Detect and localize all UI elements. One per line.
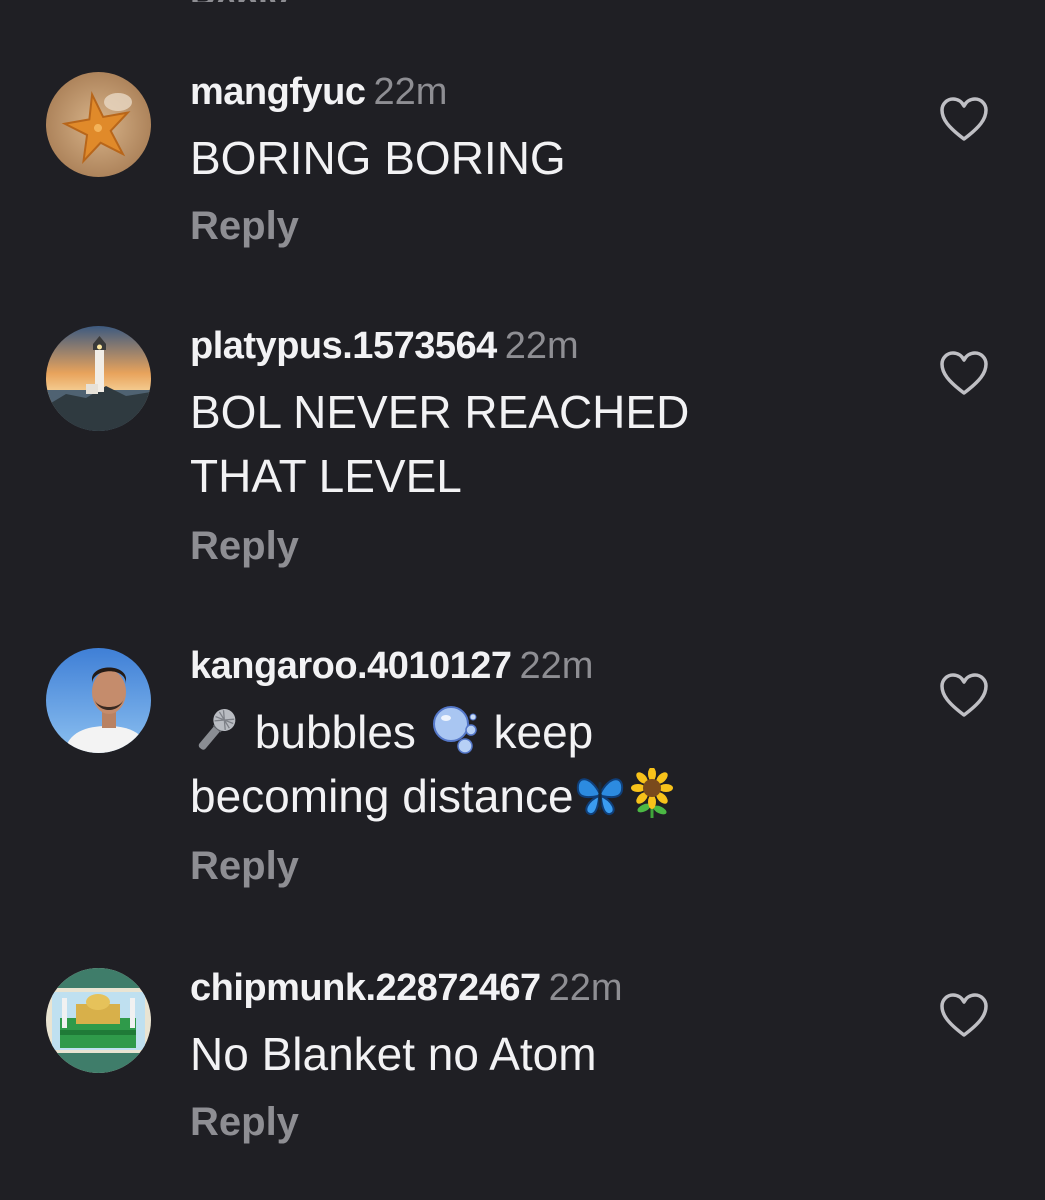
comments-screen: Reply mangfyuc22m	[0, 0, 1045, 1200]
like-button[interactable]	[938, 992, 990, 1040]
heart-outline-icon	[940, 351, 988, 395]
reply-button[interactable]: Reply	[190, 202, 299, 250]
comment-header: mangfyuc 22m	[190, 70, 890, 114]
username[interactable]: mangfyuc	[190, 71, 366, 113]
comment-text: BOL NEVER REACHED THAT LEVEL	[190, 380, 890, 508]
comment-header: chipmunk.22872467 22m	[190, 966, 890, 1010]
avatar[interactable]	[46, 648, 151, 753]
bubbles-emoji-icon	[429, 704, 481, 756]
reply-button[interactable]: Reply	[190, 1098, 299, 1146]
man-portrait-avatar-icon	[46, 648, 151, 753]
shrine-avatar-icon	[46, 968, 151, 1073]
comment-text-line: BOL NEVER REACHED	[190, 386, 690, 438]
username[interactable]: kangaroo.4010127	[190, 645, 512, 687]
username[interactable]: platypus.1573564	[190, 325, 497, 367]
timestamp: 22m	[548, 967, 623, 1009]
comment-text: No Blanket no Atom	[190, 1028, 597, 1080]
microphone-emoji-icon	[190, 704, 242, 756]
like-button[interactable]	[938, 672, 990, 720]
timestamp: 22m	[373, 71, 448, 113]
reply-button[interactable]: Reply	[190, 522, 299, 570]
avatar[interactable]	[46, 326, 151, 431]
comment-text: BORING BORING	[190, 132, 566, 184]
lighthouse-avatar-icon	[46, 326, 151, 431]
timestamp: 22m	[504, 325, 579, 367]
comment-header: kangaroo.4010127 22m	[190, 644, 890, 688]
comment-text-segment: becoming distance	[190, 770, 574, 822]
comment-text-line: becoming distance	[190, 764, 890, 828]
heart-outline-icon	[940, 97, 988, 141]
starfish-avatar-icon	[46, 72, 151, 177]
heart-outline-icon	[940, 673, 988, 717]
reply-button[interactable]: Reply	[190, 842, 299, 890]
avatar[interactable]	[46, 72, 151, 177]
timestamp: 22m	[519, 645, 594, 687]
butterfly-emoji-icon	[574, 768, 626, 820]
avatar[interactable]	[46, 968, 151, 1073]
comment-text-segment: bubbles	[254, 706, 416, 758]
cutoff-reply-above: Reply	[190, 0, 288, 2]
heart-outline-icon	[940, 993, 988, 1037]
comment-text: bubbles keep becoming distance	[190, 700, 890, 828]
sunflower-emoji-icon	[626, 768, 678, 820]
comment-text-line: bubbles keep	[190, 700, 890, 764]
like-button[interactable]	[938, 96, 990, 144]
username[interactable]: chipmunk.22872467	[190, 967, 541, 1009]
like-button[interactable]	[938, 350, 990, 398]
comment-text-segment: keep	[493, 706, 594, 758]
comment-header: platypus.1573564 22m	[190, 324, 890, 368]
comment-text-line: THAT LEVEL	[190, 450, 462, 502]
